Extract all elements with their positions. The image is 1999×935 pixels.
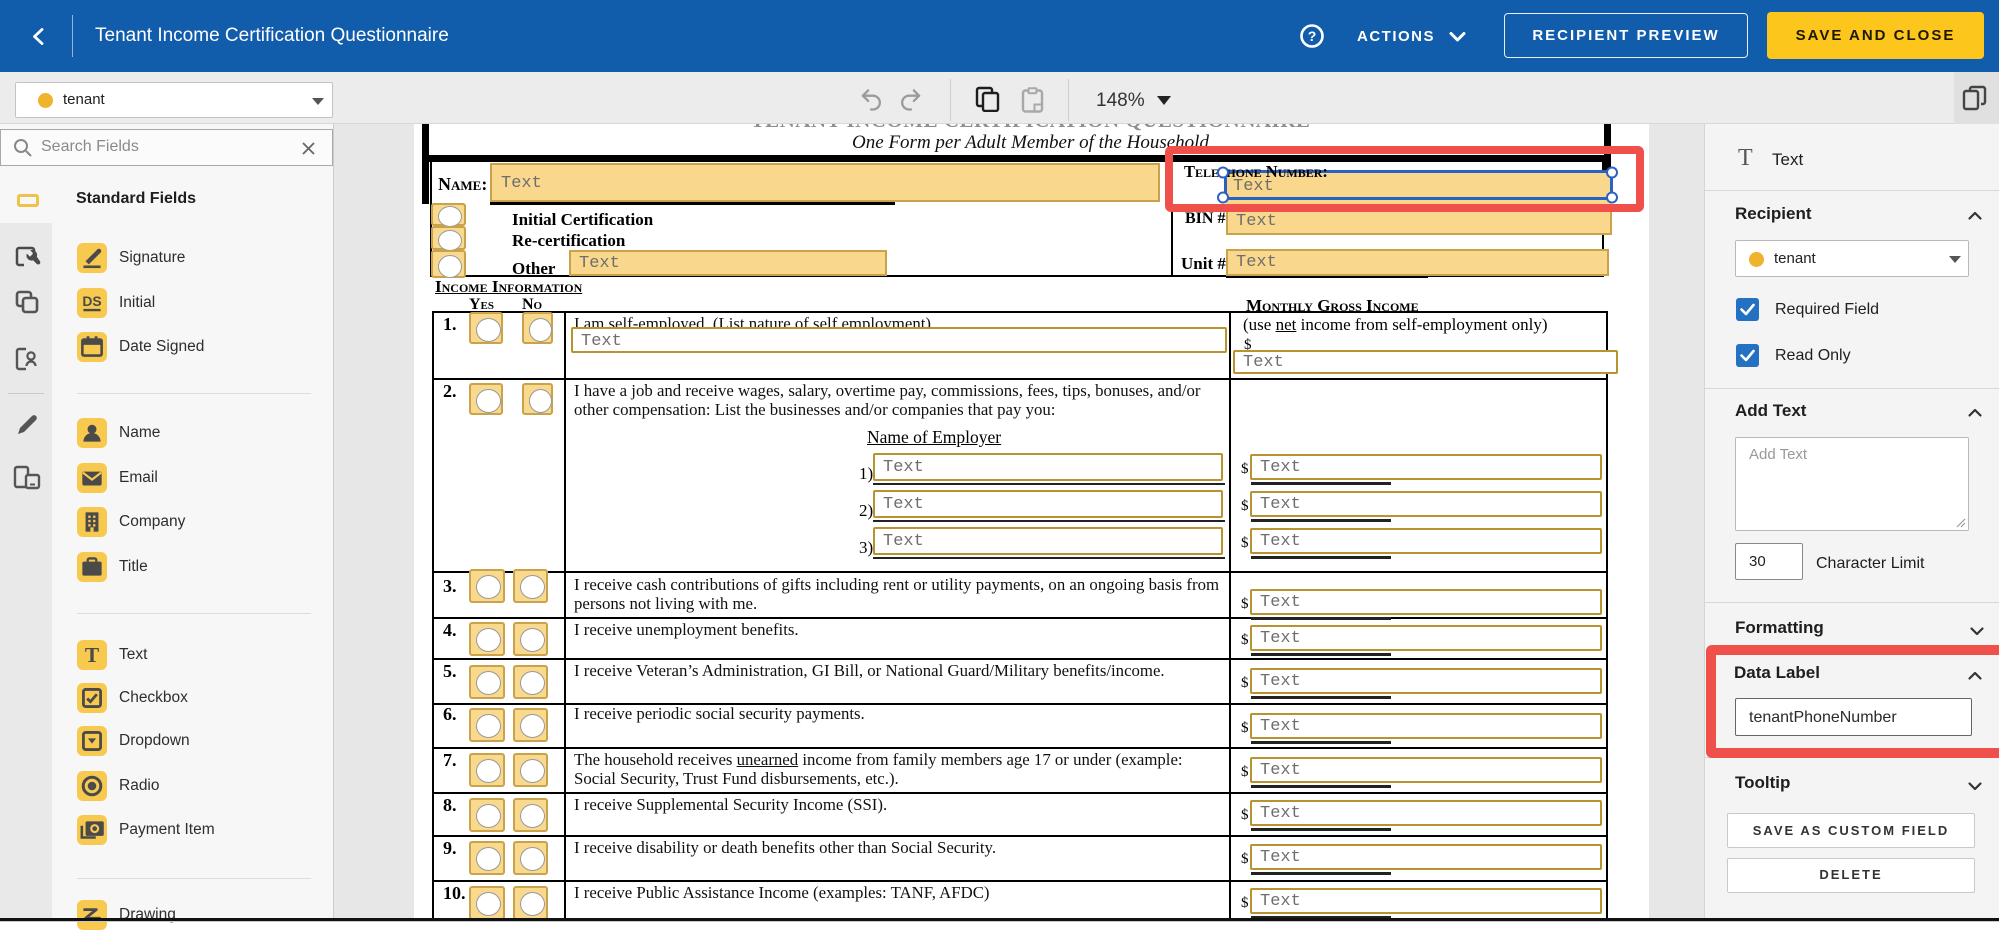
svg-text:?: ? [1308, 28, 1317, 44]
svg-text:DS: DS [82, 293, 101, 309]
svg-text:T: T [85, 643, 99, 667]
